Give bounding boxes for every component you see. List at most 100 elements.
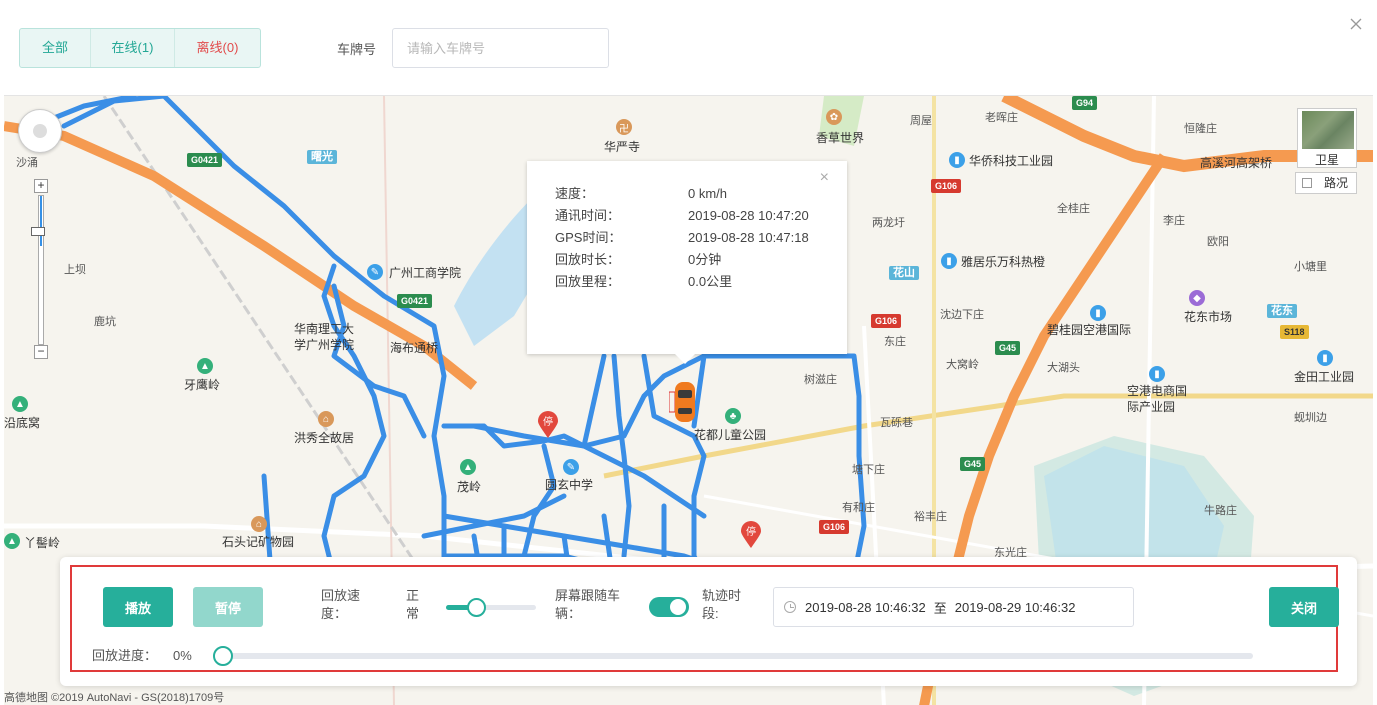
map-copyright: 高德地图 ©2019 AutoNavi - GS(2018)1709号 <box>4 692 225 704</box>
stop-marker[interactable]: 停 <box>537 411 559 439</box>
range-label: 轨迹时段: <box>702 588 742 621</box>
gps-time-value: 2019-08-28 10:47:18 <box>688 230 809 245</box>
progress-slider[interactable] <box>213 646 1253 666</box>
map-label: 上坝 <box>64 264 86 276</box>
vehicle-car-icon[interactable] <box>669 380 701 424</box>
museum-icon: ⌂ <box>318 411 334 427</box>
pause-button[interactable]: 暂停 <box>193 587 263 627</box>
building-icon: ▮ <box>949 152 965 168</box>
road-shield: S118 <box>1280 325 1309 339</box>
map-zoom-control: + − <box>31 179 48 359</box>
traffic-toggle[interactable]: 路况 <box>1295 172 1357 194</box>
map-label: 圆玄中学 <box>545 478 594 492</box>
museum-icon: ⌂ <box>251 516 267 532</box>
map-label: 石头记矿物园 <box>222 535 295 549</box>
end-time[interactable]: 2019-08-29 10:46:32 <box>955 600 1076 615</box>
map-label: 周屋 <box>910 115 932 127</box>
highlight-box: 播放 暂停 回放速度： 正常 屏幕跟随车辆： 轨迹时段: 2019-08-28 … <box>70 565 1339 672</box>
speed-value: 正常 <box>406 588 420 621</box>
map-label: 鹿坑 <box>94 316 116 328</box>
area-label: 花东 <box>1267 304 1297 318</box>
road-shield: G45 <box>995 341 1021 355</box>
map-pan-control[interactable] <box>18 109 62 153</box>
school-icon: ✎ <box>367 264 383 280</box>
zoom-out-button[interactable]: − <box>34 345 48 359</box>
speed-label: 回放速度： <box>321 588 361 621</box>
vehicle-info-window: × 速度： 0 km/h 通讯时间： 2019-08-28 10:47:20 GPS… <box>527 161 847 364</box>
area-label: 曙光 <box>307 150 337 164</box>
info-close-icon[interactable]: × <box>820 169 829 187</box>
tab-all[interactable]: 全部 <box>20 29 90 67</box>
stop-marker[interactable]: 停 <box>740 521 762 549</box>
plate-label: 车牌号 <box>337 42 377 57</box>
road-shield: G0421 <box>187 153 223 167</box>
svg-text:停: 停 <box>746 525 756 538</box>
map-label: 李庄 <box>1163 215 1185 227</box>
mountain-icon: ▲ <box>12 396 28 412</box>
play-duration-label: 回放时长： <box>555 252 621 267</box>
play-button[interactable]: 播放 <box>103 587 173 627</box>
speed-slider[interactable] <box>446 598 536 617</box>
map-label: 塘下庄 <box>852 464 885 476</box>
follow-toggle[interactable] <box>649 597 689 617</box>
speed-value: 0 km/h <box>688 186 728 201</box>
map-label: 恒隆庄 <box>1184 123 1217 135</box>
map-label: 洪秀全故居 <box>294 431 355 445</box>
speed-slider-handle[interactable] <box>466 598 486 617</box>
road-shield: G0421 <box>397 294 433 308</box>
park-icon: ✿ <box>826 109 842 125</box>
building-icon: ▮ <box>941 253 957 269</box>
road-shield: G94 <box>1072 96 1098 110</box>
map-label: 茂岭 <box>457 480 482 494</box>
map-label: 丫髻岭 <box>24 536 61 550</box>
traffic-checkbox[interactable] <box>1302 178 1312 188</box>
map-label: 海布通桥 <box>390 341 439 355</box>
map-label: 花都儿童公园 <box>694 428 767 442</box>
school-icon: ✎ <box>563 459 579 475</box>
road-shield: G106 <box>819 520 850 534</box>
traffic-label: 路况 <box>1323 176 1348 190</box>
map-label: 华南理工大学广州学院 <box>294 322 355 352</box>
map-label: 花东市场 <box>1184 310 1233 324</box>
area-label: 花山 <box>889 266 919 280</box>
map-label: 小塘里 <box>1294 261 1327 273</box>
filter-bar: 全部 在线(1) 离线(0) 车牌号 <box>0 0 1377 92</box>
map-label: 雅居乐万科热橙 <box>961 255 1046 269</box>
close-button[interactable]: 关闭 <box>1269 587 1339 627</box>
map-label: 沿底窝 <box>4 416 41 430</box>
speed-label: 速度： <box>555 186 595 201</box>
playback-panel: 播放 暂停 回放速度： 正常 屏幕跟随车辆： 轨迹时段: 2019-08-28 … <box>60 557 1357 686</box>
map-label: 牙鹰岭 <box>184 378 221 392</box>
progress-slider-handle[interactable] <box>213 646 233 666</box>
zoom-in-button[interactable]: + <box>34 179 48 193</box>
map-label: 欧阳 <box>1207 236 1229 248</box>
shopping-icon: ◆ <box>1189 290 1205 306</box>
map-label: 金田工业园 <box>1294 370 1355 384</box>
tab-offline[interactable]: 离线(0) <box>174 29 260 67</box>
map-label: 华侨科技工业园 <box>969 154 1054 168</box>
zoom-track[interactable] <box>38 195 44 345</box>
start-time[interactable]: 2019-08-28 10:46:32 <box>805 600 926 615</box>
comm-time-value: 2019-08-28 10:47:20 <box>688 208 809 223</box>
date-range-picker[interactable]: 2019-08-28 10:46:32 至 2019-08-29 10:46:3… <box>773 587 1134 627</box>
satellite-toggle[interactable]: 卫星 <box>1297 108 1357 168</box>
map-label: 大窝岭 <box>946 359 979 371</box>
close-icon[interactable] <box>1348 16 1364 32</box>
zoom-handle[interactable] <box>31 227 45 236</box>
map-label: 高溪河高架桥 <box>1200 156 1273 170</box>
mountain-icon: ▲ <box>460 459 476 475</box>
map-label: 牛路庄 <box>1204 505 1237 517</box>
mountain-icon: ▲ <box>197 358 213 374</box>
play-mileage-value: 0.0公里 <box>688 274 733 289</box>
status-filter-tabs: 全部 在线(1) 离线(0) <box>19 28 261 68</box>
map-label: 广州工商学院 <box>389 266 462 280</box>
mountain-icon: ▲ <box>4 533 20 549</box>
map-label: 空港电商国际产业园 <box>1127 384 1188 414</box>
plate-input[interactable] <box>392 28 609 68</box>
map-label: 大湖头 <box>1047 362 1080 374</box>
map-label: 香草世界 <box>816 131 865 145</box>
tab-online[interactable]: 在线(1) <box>90 29 174 67</box>
satellite-label: 卫星 <box>1314 153 1339 167</box>
road-shield: G106 <box>871 314 902 328</box>
comm-time-label: 通讯时间： <box>555 208 621 223</box>
